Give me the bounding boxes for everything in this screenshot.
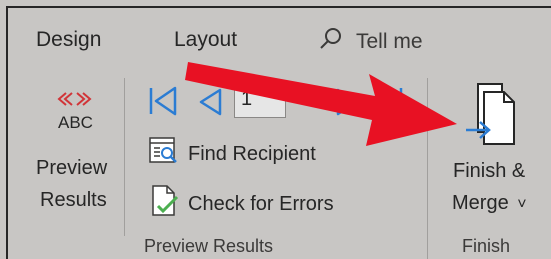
- annotation-arrow-icon: [185, 62, 457, 146]
